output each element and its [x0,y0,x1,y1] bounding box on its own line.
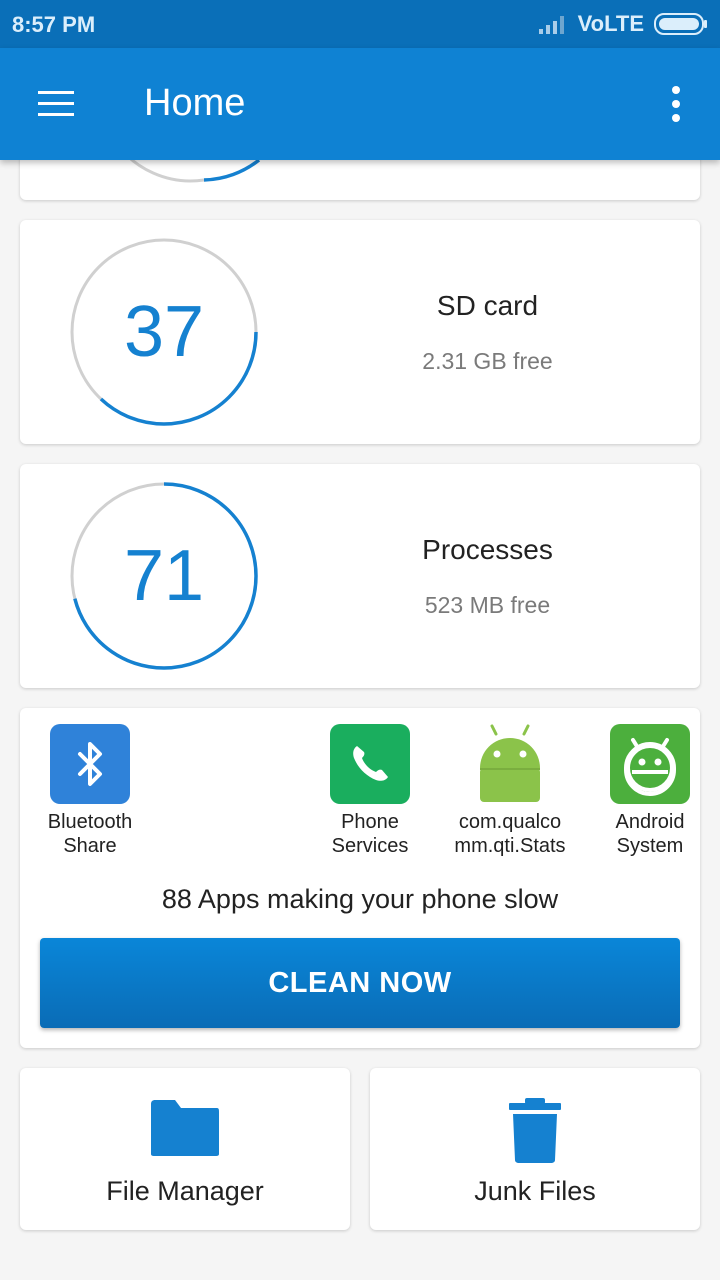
status-bar: 8:57 PM VoLTE [0,0,720,48]
more-options-button[interactable] [652,78,700,130]
junk-files-tile[interactable]: Junk Files [370,1068,700,1230]
app-label: Bluetooth Share [47,811,133,857]
sd-card-title: SD card [436,290,539,321]
junk-files-label: Junk Files [474,1176,596,1206]
phone-icon [330,724,410,804]
status-time: 8:57 PM [12,12,96,37]
sd-card-storage-card[interactable]: 37 SD card 2.31 GB free [20,220,700,444]
signal-icon [538,16,564,34]
app-item-bluetooth-share[interactable]: Bluetooth Share [20,724,160,858]
page-title: Home [144,82,246,124]
sd-card-free: 2.31 GB free [422,348,553,374]
app-label: Phone Services [331,811,409,857]
app-bar: Home [0,48,720,160]
app-item-qti-stats[interactable]: com.qualco mm.qti.Stats [440,724,580,858]
menu-button[interactable] [28,78,84,130]
processes-percent: 71 [123,536,205,616]
processes-ring: 71 [68,480,260,672]
bluetooth-icon [50,724,130,804]
more-vert-icon [672,86,680,122]
app-item-android-system[interactable]: Android System [580,724,720,858]
trash-icon [370,1098,700,1164]
processes-card[interactable]: 71 Processes 523 MB free [20,464,700,688]
status-right: VoLTE [538,10,708,38]
processes-title: Processes [422,534,553,565]
app-label: com.qualco mm.qti.Stats [454,811,566,857]
slow-apps-card: Bluetooth Share Phone Services com.qualc… [20,708,700,1048]
file-manager-tile[interactable]: File Manager [20,1068,350,1230]
android-system-icon [610,724,690,804]
processes-free: 523 MB free [424,592,551,618]
sd-card-ring: 37 [68,236,260,428]
folder-icon [20,1098,350,1158]
battery-icon [654,13,707,35]
sd-card-percent: 37 [123,292,205,372]
app-label: Android System [615,811,685,857]
android-icon [470,724,550,804]
app-item-phone-services[interactable]: Phone Services [300,724,440,858]
network-label: VoLTE [577,11,644,36]
file-manager-label: File Manager [106,1176,264,1206]
clean-now-button[interactable]: CLEAN NOW [40,938,680,1028]
menu-icon [38,91,74,116]
slow-apps-message: 88 Apps making your phone slow [161,884,559,914]
